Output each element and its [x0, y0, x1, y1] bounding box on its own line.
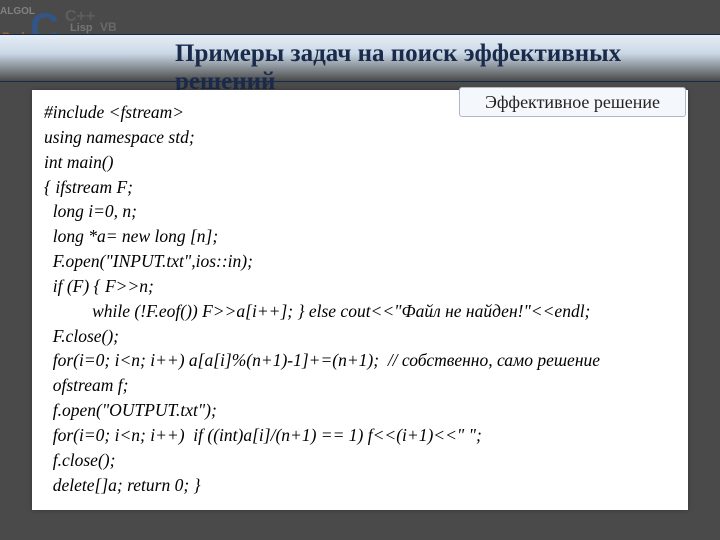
wc-lisp: Lisp — [70, 22, 93, 34]
wc-algol: ALGOL — [0, 6, 35, 17]
code-block: #include <fstream> using namespace std; … — [44, 100, 676, 498]
wc-vb: VB — [100, 20, 117, 34]
slide: C Java C++ Lisp VB PHP Perl ALGOL Python… — [0, 0, 720, 540]
content-panel: Эффективное решение #include <fstream> u… — [32, 90, 688, 510]
slide-header: C Java C++ Lisp VB PHP Perl ALGOL Python… — [0, 0, 720, 80]
